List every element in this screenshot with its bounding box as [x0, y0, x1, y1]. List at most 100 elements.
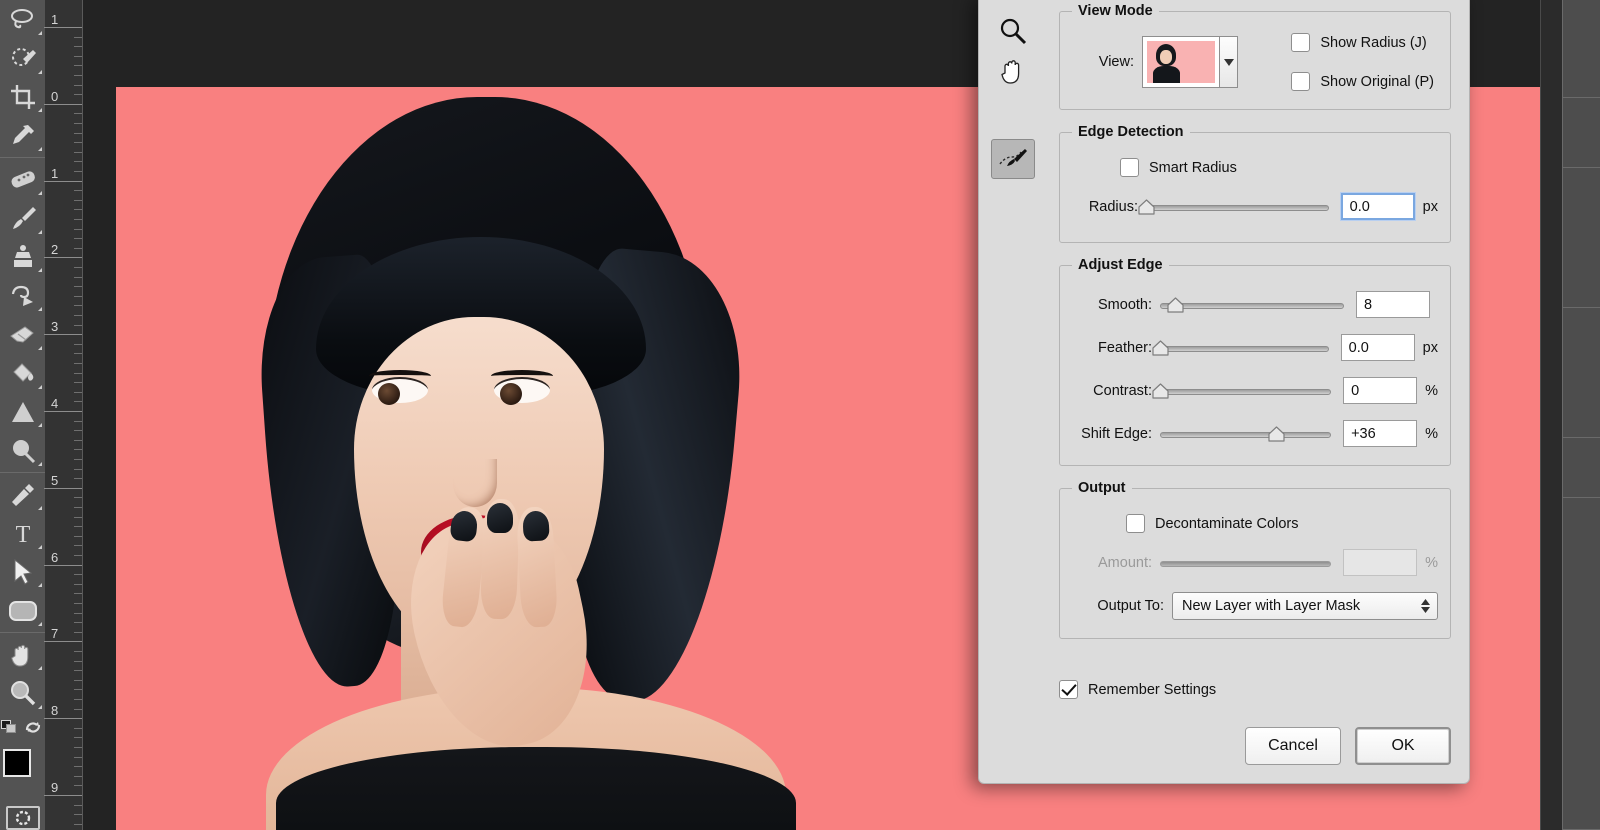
ruler-minor-tick — [74, 113, 82, 114]
eyedropper-tool[interactable] — [0, 116, 45, 155]
radius-slider[interactable] — [1146, 198, 1329, 216]
ruler-minor-tick — [74, 689, 82, 690]
brush-tool[interactable] — [0, 199, 45, 238]
panel-tab[interactable] — [1563, 308, 1600, 438]
quick-selection-tool[interactable] — [0, 39, 45, 78]
ruler-minor-tick — [74, 200, 82, 201]
show-radius-row[interactable]: Show Radius (J) — [1291, 33, 1434, 52]
contrast-value: 0 — [1351, 383, 1359, 399]
contrast-slider-handle[interactable] — [1152, 383, 1169, 399]
history-brush-tool[interactable] — [0, 276, 45, 315]
quick-mask-toggle[interactable] — [6, 806, 40, 830]
clone-stamp-tool[interactable] — [0, 238, 45, 277]
radius-slider-handle[interactable] — [1138, 199, 1155, 215]
ruler-minor-tick — [74, 545, 82, 546]
gradient-tool[interactable] — [0, 393, 45, 432]
hand-tool[interactable] — [0, 635, 45, 674]
tool-expand-corner-icon — [38, 31, 42, 35]
dialog-tools-column — [991, 11, 1041, 179]
nose-shape — [453, 459, 497, 507]
vertical-ruler[interactable]: 10123456789 — [45, 0, 83, 830]
tool-expand-corner-icon — [38, 423, 42, 427]
right-iris — [500, 383, 522, 405]
ruler-minor-tick — [74, 699, 82, 700]
remember-settings-row[interactable]: Remember Settings — [1059, 680, 1451, 699]
decontaminate-colors-label: Decontaminate Colors — [1155, 516, 1298, 532]
ruler-minor-tick — [74, 56, 82, 57]
tool-divider — [0, 632, 45, 633]
zoom-tool[interactable] — [0, 674, 45, 713]
panel-tab[interactable] — [1563, 98, 1600, 168]
shape-tool[interactable] — [0, 591, 45, 630]
panel-tab[interactable] — [1563, 0, 1600, 98]
smooth-slider-track — [1160, 303, 1344, 309]
smart-radius-label: Smart Radius — [1149, 160, 1237, 176]
ruler-major-tick — [44, 334, 82, 335]
output-to-select[interactable]: New Layer with Layer Mask — [1172, 592, 1438, 620]
smooth-slider[interactable] — [1160, 296, 1344, 314]
feather-slider-handle[interactable] — [1152, 340, 1169, 356]
pen-tool[interactable] — [0, 475, 45, 514]
panel-tab[interactable] — [1563, 168, 1600, 308]
smooth-slider-handle[interactable] — [1167, 297, 1184, 313]
crop-tool[interactable] — [0, 78, 45, 117]
shift-edge-input[interactable]: +36 — [1343, 420, 1417, 447]
smart-radius-checkbox[interactable] — [1120, 158, 1139, 177]
shift-edge-slider[interactable] — [1160, 425, 1331, 443]
dialog-zoom-tool[interactable] — [991, 11, 1035, 51]
ruler-minor-tick — [74, 344, 82, 345]
show-radius-checkbox[interactable] — [1291, 33, 1310, 52]
shift-edge-slider-handle[interactable] — [1268, 426, 1285, 442]
ruler-minor-tick — [74, 507, 82, 508]
dialog-hand-tool[interactable] — [991, 51, 1035, 91]
ruler-minor-tick — [74, 152, 82, 153]
ruler-minor-tick — [74, 622, 82, 623]
cancel-button[interactable]: Cancel — [1245, 727, 1341, 765]
contrast-slider-track — [1160, 389, 1331, 395]
ruler-label: 3 — [51, 320, 58, 333]
ruler-major-tick — [44, 257, 82, 258]
fingernail-shape — [487, 503, 513, 533]
shift-edge-value: +36 — [1351, 426, 1376, 442]
collapsed-panels-strip[interactable] — [1562, 0, 1600, 830]
swap-colors-icon[interactable] — [24, 718, 42, 736]
view-mode-dropdown-button[interactable] — [1220, 36, 1238, 88]
contrast-input[interactable]: 0 — [1343, 377, 1417, 404]
ruler-minor-tick — [74, 785, 82, 786]
ruler-minor-tick — [74, 363, 82, 364]
panel-tab[interactable] — [1563, 438, 1600, 498]
color-swatches[interactable] — [0, 743, 45, 803]
tool-expand-corner-icon — [38, 705, 42, 709]
feather-slider[interactable] — [1160, 339, 1329, 357]
lasso-tool[interactable] — [0, 0, 45, 39]
remember-settings-checkbox[interactable] — [1059, 680, 1078, 699]
smooth-input[interactable]: 8 — [1356, 291, 1430, 318]
radius-label: Radius: — [1072, 199, 1146, 215]
ruler-major-tick — [44, 795, 82, 796]
default-colors-icon[interactable] — [1, 720, 17, 734]
radius-input[interactable]: 0.0 — [1341, 193, 1415, 220]
show-original-row[interactable]: Show Original (P) — [1291, 72, 1434, 91]
path-selection-tool[interactable] — [0, 553, 45, 592]
amount-slider-track — [1160, 561, 1331, 567]
ok-button[interactable]: OK — [1355, 727, 1451, 765]
refine-edge-dialog: View Mode View: — [978, 0, 1470, 784]
paint-bucket-tool[interactable] — [0, 354, 45, 393]
panel-tab[interactable] — [1563, 498, 1600, 830]
type-tool[interactable]: T — [0, 514, 45, 553]
ruler-minor-tick — [74, 248, 82, 249]
dialog-refine-radius-tool[interactable] — [991, 139, 1035, 179]
ruler-label: 7 — [51, 627, 58, 640]
blur-tool[interactable] — [0, 431, 45, 470]
view-mode-thumbnail[interactable] — [1142, 36, 1220, 88]
eraser-tool[interactable] — [0, 315, 45, 354]
feather-input[interactable]: 0.0 — [1341, 334, 1415, 361]
healing-brush-tool[interactable] — [0, 160, 45, 199]
show-original-checkbox[interactable] — [1291, 72, 1310, 91]
contrast-slider[interactable] — [1160, 382, 1331, 400]
foreground-color-swatch[interactable] — [3, 749, 31, 777]
decontaminate-colors-checkbox[interactable] — [1126, 514, 1145, 533]
shift-edge-slider-track — [1160, 432, 1331, 438]
ruler-minor-tick — [74, 85, 82, 86]
view-mode-preview — [1147, 41, 1215, 83]
